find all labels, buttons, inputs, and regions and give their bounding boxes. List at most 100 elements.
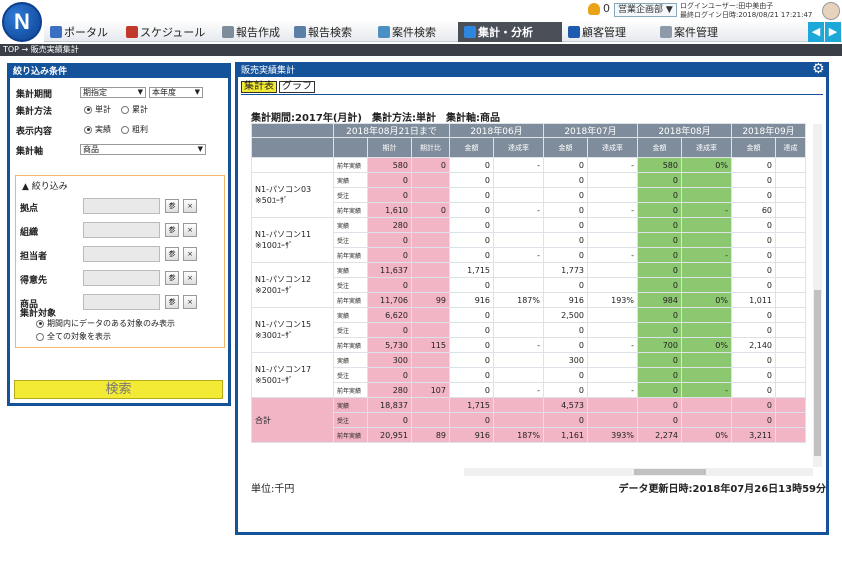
field-input-0[interactable]: [83, 198, 160, 214]
field-input-4[interactable]: [83, 294, 160, 310]
nav-item-4[interactable]: 案件検索: [372, 22, 458, 42]
table-cell: 0: [543, 367, 588, 383]
sub-header-5: 達成率: [587, 137, 638, 158]
table-cell: [493, 412, 544, 428]
sub-header-1: 期計比: [411, 137, 450, 158]
table-row: 前年実績 0 0-0-0-0: [252, 247, 806, 263]
product-name: N1-パソコン12 ※200ﾕｰｻﾞ: [251, 262, 334, 308]
notification[interactable]: 0: [588, 2, 610, 15]
sub-header-0: 期計: [367, 137, 412, 158]
nav-item-1[interactable]: スケジュール: [120, 22, 216, 42]
vertical-scrollbar[interactable]: [813, 124, 822, 467]
field-clear-button-0[interactable]: ×: [183, 199, 197, 213]
department-select[interactable]: 営業企画部 ▼: [614, 3, 677, 17]
field-clear-button-1[interactable]: ×: [183, 223, 197, 237]
field-ref-button-2[interactable]: 参: [165, 247, 179, 261]
table-cell: -: [587, 247, 638, 263]
field-clear-button-2[interactable]: ×: [183, 247, 197, 261]
table-cell: [411, 262, 450, 278]
field-ref-button-0[interactable]: 参: [165, 199, 179, 213]
table-cell: [775, 412, 806, 428]
gear-icon[interactable]: ⚙: [812, 62, 826, 76]
nav-item-2[interactable]: 報告作成: [216, 22, 288, 42]
table-cell: [775, 337, 806, 353]
table-cell: [493, 262, 544, 278]
last-login: 最終ログイン日時:2018/08/21 17:21:47: [680, 11, 813, 19]
method-radio-cumulative[interactable]: 累計: [121, 104, 148, 115]
table-cell: -: [681, 247, 732, 263]
nav-prev-button[interactable]: ◀: [808, 22, 824, 42]
field-ref-button-1[interactable]: 参: [165, 223, 179, 237]
table-cell: 0: [637, 322, 682, 338]
target-radio-all[interactable]: 全ての対象を表示: [36, 331, 111, 342]
table-cell: 0: [637, 277, 682, 293]
field-ref-button-3[interactable]: 参: [165, 271, 179, 285]
table-cell: 916: [449, 427, 494, 443]
tab-table[interactable]: 集計表: [241, 81, 277, 93]
method-radio-single[interactable]: 単計: [84, 104, 111, 115]
nav-item-6[interactable]: 顧客管理: [562, 22, 654, 42]
breadcrumb: TOP → 販売実績集計: [0, 44, 842, 56]
table-cell: 0: [637, 397, 682, 413]
nav-item-5[interactable]: 集計・分析: [458, 22, 562, 42]
horizontal-scroll-thumb[interactable]: [634, 469, 706, 475]
table-cell: 0: [449, 382, 494, 398]
table-cell: [775, 307, 806, 323]
table-cell: [681, 397, 732, 413]
table-cell: 0: [449, 337, 494, 353]
vertical-scroll-thumb[interactable]: [814, 290, 821, 456]
axis-label: 集計軸: [16, 147, 44, 157]
table-cell: [493, 352, 544, 368]
search-button[interactable]: 検索: [14, 380, 223, 399]
horizontal-scrollbar[interactable]: [464, 468, 813, 476]
nav-item-0[interactable]: ポータル: [44, 22, 120, 42]
row-kind: 前年実績: [333, 292, 368, 308]
field-clear-button-3[interactable]: ×: [183, 271, 197, 285]
bell-icon: [588, 2, 600, 15]
table-cell: -: [681, 382, 732, 398]
table-cell: 0%: [681, 427, 732, 443]
table-cell: 580: [637, 157, 682, 173]
table-cell: 20,951: [367, 427, 412, 443]
table-cell: [775, 322, 806, 338]
table-row: 前年実績 11,706 99 916 187% 916 193% 984 0% 1,011: [252, 292, 806, 308]
axis-select[interactable]: 商品 ▼: [80, 144, 206, 155]
narrow-toggle[interactable]: ▲ 絞り込み: [22, 179, 68, 192]
field-ref-button-4[interactable]: 参: [165, 295, 179, 309]
period-option-select[interactable]: 本年度 ▼: [149, 87, 203, 98]
tab-graph[interactable]: グラフ: [279, 81, 315, 93]
calendar-icon: [126, 26, 138, 38]
table-cell: 0: [411, 202, 450, 218]
table-cell: 0: [731, 232, 776, 248]
app-logo[interactable]: N: [2, 2, 42, 42]
field-input-3[interactable]: [83, 270, 160, 286]
table-cell: [411, 247, 450, 263]
table-cell: 0: [731, 412, 776, 428]
field-input-1[interactable]: [83, 222, 160, 238]
display-radio-margin[interactable]: 粗利: [121, 124, 148, 135]
main-nav: ポータル スケジュール 報告作成 報告検索 案件検索 集計・分析 顧客管理 案件管理: [44, 22, 842, 42]
method-label: 集計方法: [16, 107, 53, 117]
field-input-2[interactable]: [83, 246, 160, 262]
table-cell: -: [587, 202, 638, 218]
table-cell: 187%: [493, 292, 544, 308]
table-cell: 0: [543, 247, 588, 263]
table-cell: [587, 217, 638, 233]
table-row: 受注 0 0 0 0 0: [252, 277, 806, 293]
target-radio-with-data[interactable]: 期間内にデータのある対象のみ表示: [36, 318, 175, 329]
avatar[interactable]: [822, 2, 840, 20]
table-cell: 2,140: [731, 337, 776, 353]
nav-next-button[interactable]: ▶: [825, 22, 841, 42]
table-cell: [411, 277, 450, 293]
field-clear-button-4[interactable]: ×: [183, 295, 197, 309]
table-cell: 0: [449, 367, 494, 383]
table-cell: [681, 367, 732, 383]
nav-item-3[interactable]: 報告検索: [288, 22, 372, 42]
period-select[interactable]: 期指定 ▼: [80, 87, 146, 98]
table-cell: -: [587, 337, 638, 353]
table-cell: [775, 202, 806, 218]
nav-item-7[interactable]: 案件管理: [654, 22, 764, 42]
display-radio-actual[interactable]: 実績: [84, 124, 111, 135]
table-cell: 0: [731, 277, 776, 293]
table-cell: 2,500: [543, 307, 588, 323]
